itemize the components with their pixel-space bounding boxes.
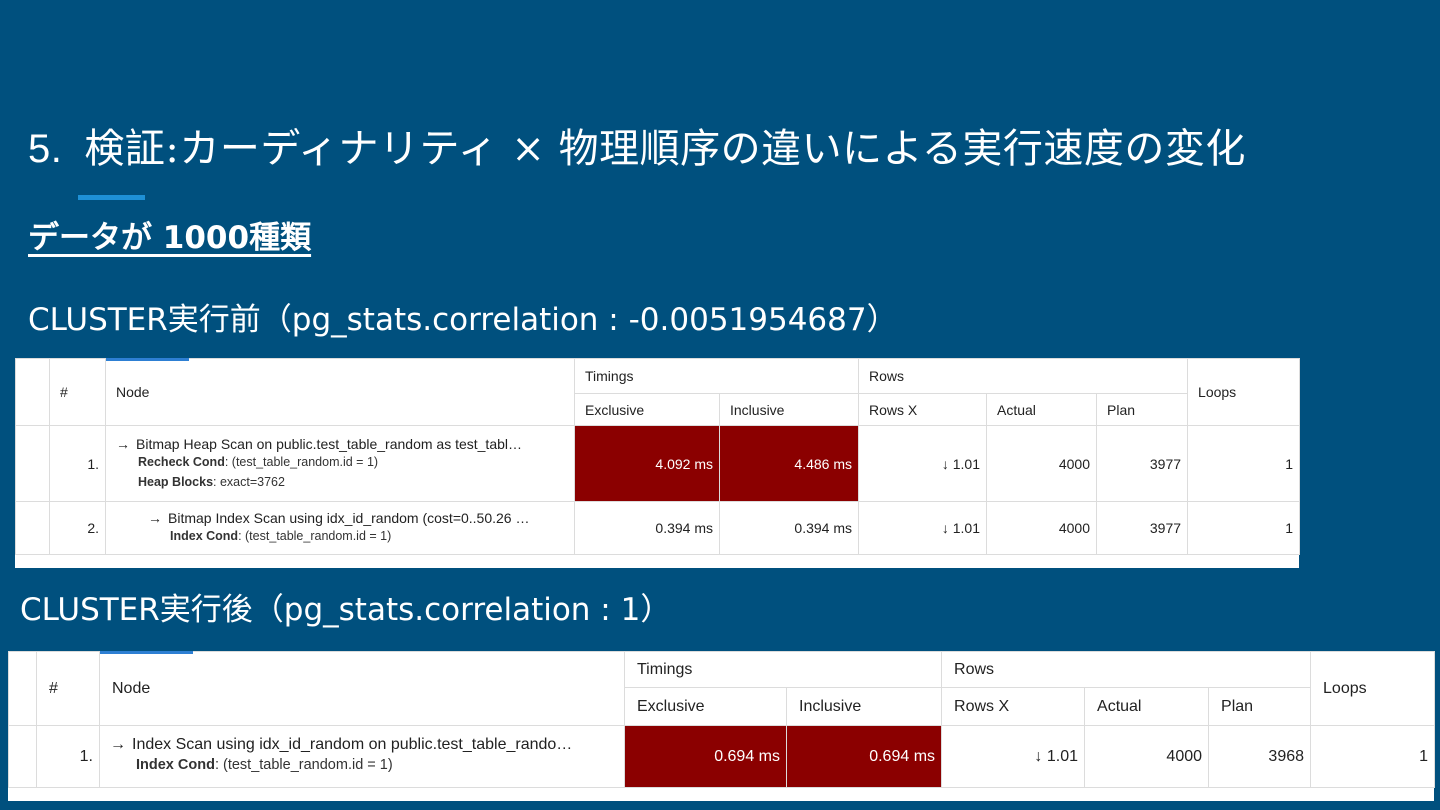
header-exclusive: Exclusive	[574, 393, 720, 426]
loops: 1	[1187, 425, 1301, 502]
rows-actual: 4000	[986, 501, 1097, 555]
header-inclusive: Inclusive	[785, 687, 943, 726]
detail-key: Recheck Cond	[138, 454, 225, 469]
blank-header-cell	[15, 358, 50, 426]
rows-plan: 3977	[1095, 425, 1189, 502]
detail-key: Heap Blocks	[138, 474, 214, 489]
rows-x: ↓ 1.01	[858, 425, 987, 502]
tab-indicator	[106, 358, 189, 361]
rows-actual: 4000	[1084, 725, 1210, 788]
rows-actual: 4000	[986, 425, 1097, 502]
header-timings: Timings	[574, 358, 859, 394]
tab-indicator	[100, 651, 193, 654]
node-label: Bitmap Heap Scan on public.test_table_ra…	[136, 435, 523, 452]
row-index: 1.	[36, 725, 100, 788]
header-inclusive: Inclusive	[719, 393, 859, 426]
title-accent-line	[78, 195, 145, 200]
explain-table-before: # Node Timings Rows Loops Exclusive Incl…	[15, 358, 1301, 568]
title-number: 5.	[28, 127, 63, 171]
header-hash: #	[49, 358, 106, 426]
arrow-right-icon: →	[116, 435, 130, 452]
header-exclusive: Exclusive	[624, 687, 787, 726]
header-rows: Rows	[857, 358, 1189, 394]
inclusive-time: 0.694 ms	[785, 725, 943, 788]
inclusive-time: 4.486 ms	[719, 425, 859, 502]
detail-value: : (test_table_random.id = 1)	[224, 454, 379, 469]
loops: 1	[1187, 501, 1301, 555]
rows-x: ↓ 1.01	[858, 501, 987, 555]
slide-title: 5. 検証:カーディナリティ × 物理順序の違いによる実行速度の変化	[28, 116, 1246, 174]
header-node: Node	[105, 358, 575, 426]
exclusive-time: 4.092 ms	[574, 425, 720, 502]
table-row[interactable]: 1. → Index Scan using idx_id_random on pu…	[8, 725, 1436, 788]
header-plan: Plan	[1095, 393, 1189, 426]
node-cell[interactable]: → Index Scan using idx_id_random on publi…	[99, 725, 625, 788]
title-text: 検証:カーディナリティ × 物理順序の違いによる実行速度の変化	[84, 126, 1246, 172]
header-plan: Plan	[1208, 687, 1312, 726]
row-index: 1.	[49, 425, 106, 502]
detail-value: : (test_table_random.id = 1)	[238, 529, 392, 543]
node-label: Index Scan using idx_id_random on public…	[132, 735, 573, 753]
detail-key: Index Cond	[170, 529, 239, 543]
exclusive-time: 0.394 ms	[574, 501, 720, 555]
arrow-right-icon: →	[148, 510, 162, 526]
blank-header-cell	[8, 651, 37, 726]
header-loops: Loops	[1310, 651, 1436, 726]
rows-plan: 3977	[1095, 501, 1189, 555]
header-rows-x: Rows X	[941, 687, 1086, 726]
node-cell[interactable]: → Bitmap Heap Scan on public.test_table_r…	[105, 425, 575, 502]
table-row[interactable]: 1. → Bitmap Heap Scan on public.test_tabl…	[15, 425, 1301, 502]
table-row[interactable]: 2. → Bitmap Index Scan using idx_id_rando…	[15, 501, 1301, 555]
header-loops: Loops	[1187, 358, 1301, 426]
explain-table-after: # Node Timings Rows Loops Exclusive Incl…	[8, 651, 1436, 801]
plan-table: # Node Timings Rows Loops Exclusive Incl…	[8, 651, 1436, 788]
detail-value: : (test_table_random.id = 1)	[214, 756, 393, 773]
blank-cell	[8, 725, 37, 788]
detail-value: : exact=3762	[213, 474, 285, 489]
rows-plan: 3968	[1208, 725, 1312, 788]
exclusive-time: 0.694 ms	[624, 725, 787, 788]
row-index: 2.	[49, 501, 106, 555]
node-cell[interactable]: → Bitmap Index Scan using idx_id_random (…	[105, 501, 575, 555]
header-actual: Actual	[986, 393, 1097, 426]
slide-subtitle: データが 1000種類	[28, 220, 312, 256]
header-node: Node	[99, 651, 625, 726]
header-rows: Rows	[941, 651, 1312, 688]
header-rows-x: Rows X	[858, 393, 987, 426]
node-label: Bitmap Index Scan using idx_id_random (c…	[168, 510, 530, 526]
header-actual: Actual	[1084, 687, 1210, 726]
blank-cell	[15, 425, 50, 502]
inclusive-time: 0.394 ms	[719, 501, 859, 555]
header-hash: #	[36, 651, 100, 726]
section-after-label: CLUSTER実行後（pg_stats.correlation : 1）	[20, 592, 672, 628]
blank-cell	[15, 501, 50, 555]
detail-key: Index Cond	[136, 756, 215, 773]
plan-table: # Node Timings Rows Loops Exclusive Incl…	[15, 358, 1301, 555]
section-before-label: CLUSTER実行前（pg_stats.correlation : -0.005…	[28, 302, 898, 338]
loops: 1	[1310, 725, 1436, 788]
header-timings: Timings	[623, 651, 943, 688]
rows-x: ↓ 1.01	[941, 725, 1086, 788]
arrow-right-icon: →	[110, 735, 126, 753]
